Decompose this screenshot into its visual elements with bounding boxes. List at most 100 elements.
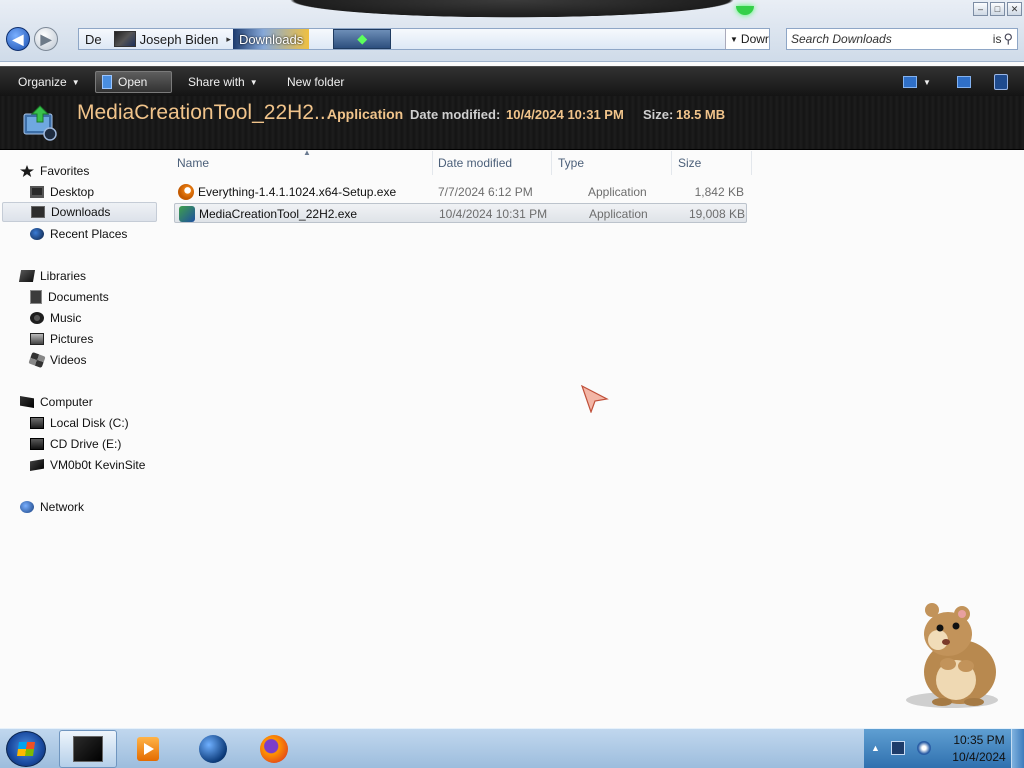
breadcrumb-downloads-label: Downloads: [238, 31, 304, 47]
nav-libraries-label: Libraries: [40, 269, 87, 283]
nav-downloads-label: Downloads: [51, 205, 111, 219]
nav-music[interactable]: Music: [30, 308, 81, 328]
taskbar-firefox-button[interactable]: [245, 730, 303, 768]
file-size: 1,842 KB: [694, 185, 744, 199]
recent-places-icon: [30, 228, 44, 240]
close-button[interactable]: ✕: [1007, 2, 1022, 16]
file-date: 10/4/2024 10:31 PM: [439, 207, 548, 221]
nav-network-drive[interactable]: VM0b0t KevinSite: [30, 455, 145, 475]
breadcrumb-separator-icon[interactable]: ▸: [224, 34, 233, 45]
taskbar-explorer-button[interactable]: [59, 730, 117, 768]
clock-time[interactable]: 10:35 PM: [942, 733, 1016, 747]
taskbar-globe-button[interactable]: [184, 730, 242, 768]
cd-drive-icon: [30, 438, 44, 450]
address-bar[interactable]: De Joseph Biden ▸ Downloads ◆ ▼ Dowr: [78, 28, 770, 50]
preview-pane-icon[interactable]: [957, 76, 971, 88]
search-placeholder: Search Downloads: [791, 32, 892, 46]
media-creation-tool-icon: [23, 105, 57, 141]
forward-button[interactable]: ▶: [34, 27, 58, 51]
address-dropdown-label: Dowr: [740, 32, 769, 46]
file-row-selected[interactable]: MediaCreationTool_22H2.exe 10/4/2024 10:…: [174, 203, 747, 223]
column-date-label: Date modified: [438, 156, 513, 170]
volume-icon[interactable]: [917, 741, 931, 755]
nav-computer[interactable]: Computer: [20, 392, 93, 412]
breadcrumb-downloads[interactable]: Downloads: [232, 29, 310, 49]
address-dropdown[interactable]: ▼ Dowr: [725, 29, 769, 49]
file-list: ▲ Name Date modified Type Size Everythin…: [166, 148, 1024, 727]
nav-computer-label: Computer: [40, 395, 93, 409]
back-button[interactable]: ◀: [6, 27, 30, 51]
file-row[interactable]: Everything-1.4.1.1024.x64-Setup.exe 7/7/…: [174, 182, 747, 202]
new-folder-button[interactable]: New folder: [281, 71, 350, 93]
nav-pictures-label: Pictures: [50, 332, 94, 346]
organize-button[interactable]: Organize ▼: [12, 71, 86, 93]
downloads-folder-icon: [31, 206, 45, 218]
maximize-button[interactable]: □: [990, 2, 1005, 16]
nav-downloads[interactable]: Downloads: [2, 202, 157, 222]
file-name-cell: Everything-1.4.1.1024.x64-Setup.exe: [178, 182, 396, 202]
size-value: 18.5 MB: [676, 107, 726, 122]
nav-libraries[interactable]: Libraries: [18, 266, 87, 286]
nav-videos[interactable]: Videos: [28, 350, 87, 370]
column-header-name[interactable]: ▲ Name: [171, 148, 433, 175]
change-view-icon[interactable]: [903, 76, 917, 88]
column-name-label: Name: [177, 156, 210, 170]
nav-recent-places-label: Recent Places: [50, 227, 128, 241]
desktop-icon: [30, 186, 44, 198]
start-button[interactable]: [6, 731, 46, 767]
nav-videos-label: Videos: [50, 353, 87, 367]
show-hidden-icons-button[interactable]: ▲: [871, 743, 880, 753]
column-header-size[interactable]: Size: [672, 151, 752, 175]
nav-favorites[interactable]: Favorites: [20, 161, 89, 181]
hard-drive-icon: [30, 417, 44, 429]
network-drive-icon: [30, 459, 44, 471]
view-options-button[interactable]: ▼: [921, 71, 933, 93]
explorer-icon: [73, 736, 103, 762]
network-status-icon[interactable]: [891, 741, 905, 755]
globe-icon: [199, 735, 227, 763]
breadcrumb-user-label: Joseph Biden: [139, 31, 219, 47]
search-icon[interactable]: ⚲: [1003, 31, 1013, 47]
column-header-date-modified[interactable]: Date modified: [432, 151, 552, 175]
search-input[interactable]: Search Downloads is ⚲: [786, 28, 1018, 50]
clock-date[interactable]: 10/4/2024: [942, 750, 1016, 764]
taskbar-media-player-button[interactable]: [119, 730, 177, 768]
breadcrumb-user[interactable]: Joseph Biden: [108, 29, 225, 49]
organize-label: Organize: [18, 75, 67, 89]
nav-documents-label: Documents: [48, 290, 109, 304]
nav-pictures[interactable]: Pictures: [30, 329, 93, 349]
chevron-down-icon: ▼: [730, 34, 738, 44]
nav-favorites-label: Favorites: [40, 164, 90, 178]
chevron-down-icon: ▼: [923, 77, 931, 87]
nav-network[interactable]: Network: [20, 497, 84, 517]
nav-cd-drive[interactable]: CD Drive (E:): [30, 434, 121, 454]
share-with-button[interactable]: Share with ▼: [182, 71, 264, 93]
open-button[interactable]: Open: [95, 71, 172, 93]
music-icon: [30, 312, 44, 324]
pictures-icon: [30, 333, 44, 345]
help-icon[interactable]: [994, 74, 1008, 90]
show-desktop-button[interactable]: [1011, 729, 1024, 768]
firefox-icon: [260, 735, 288, 763]
file-type: Application: [589, 207, 648, 221]
nav-desktop[interactable]: Desktop: [30, 182, 94, 202]
size-label: Size:: [643, 107, 674, 122]
nav-recent-places[interactable]: Recent Places: [30, 224, 127, 244]
nav-documents[interactable]: Documents: [30, 287, 109, 307]
details-pane: MediaCreationTool_22H2... Application Da…: [0, 96, 1024, 150]
minimize-button[interactable]: –: [973, 2, 988, 16]
nav-network-label: Network: [40, 500, 85, 514]
nav-local-disk[interactable]: Local Disk (C:): [30, 413, 129, 433]
file-name-cell: MediaCreationTool_22H2.exe: [179, 204, 357, 224]
open-app-icon: [102, 75, 112, 89]
file-type: Application: [588, 185, 647, 199]
media-creation-tool-icon: [179, 206, 195, 222]
notch-light: [736, 6, 754, 15]
column-header-type[interactable]: Type: [552, 151, 672, 175]
chevron-down-icon: ▼: [249, 77, 258, 87]
computer-icon: [20, 396, 34, 408]
share-with-label: Share with: [188, 75, 245, 89]
user-folder-icon: [113, 31, 136, 47]
window-notch-decoration: [232, 0, 792, 22]
nav-network-drive-label: VM0b0t KevinSite: [50, 458, 146, 472]
